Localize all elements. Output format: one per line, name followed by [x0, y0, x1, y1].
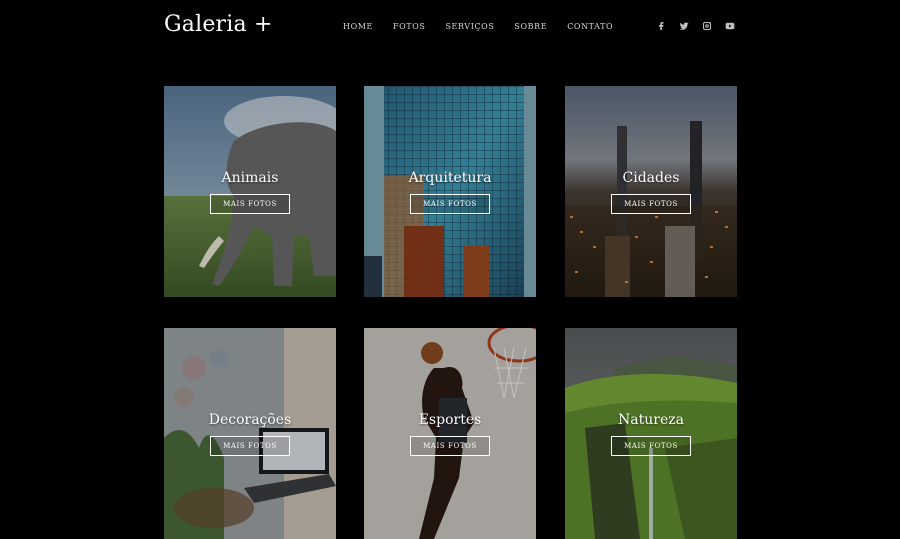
gallery-card-esportes[interactable]: Esportes MAIS FOTOS — [364, 328, 536, 539]
gallery-card-cidades[interactable]: Cidades MAIS FOTOS — [565, 86, 737, 297]
mais-fotos-button[interactable]: MAIS FOTOS — [611, 435, 691, 456]
header: Galeria + HOME FOTOS SERVIÇOS SOBRE CONT… — [0, 0, 900, 56]
card-overlay — [364, 86, 536, 297]
mais-fotos-button[interactable]: MAIS FOTOS — [410, 435, 490, 456]
twitter-icon[interactable] — [673, 19, 695, 33]
mais-fotos-button[interactable]: MAIS FOTOS — [210, 193, 290, 214]
social-links — [650, 19, 742, 33]
card-overlay — [565, 86, 737, 297]
gallery-card-decoracoes[interactable]: Decorações MAIS FOTOS — [164, 328, 336, 539]
mais-fotos-button[interactable]: MAIS FOTOS — [210, 435, 290, 456]
card-overlay — [164, 86, 336, 297]
gallery-card-natureza[interactable]: Natureza MAIS FOTOS — [565, 328, 737, 539]
card-overlay — [565, 328, 737, 539]
card-overlay — [164, 328, 336, 539]
nav-sobre[interactable]: SOBRE — [514, 22, 547, 31]
facebook-icon[interactable] — [650, 19, 672, 33]
mais-fotos-button[interactable]: MAIS FOTOS — [611, 193, 691, 214]
main-nav: HOME FOTOS SERVIÇOS SOBRE CONTATO — [343, 22, 633, 31]
gallery-card-animais[interactable]: Animais MAIS FOTOS — [164, 86, 336, 297]
youtube-icon[interactable] — [719, 19, 741, 33]
nav-servicos[interactable]: SERVIÇOS — [445, 22, 494, 31]
card-title: Natureza — [618, 411, 684, 428]
card-overlay — [364, 328, 536, 539]
card-title: Cidades — [622, 169, 680, 186]
instagram-icon[interactable] — [696, 19, 718, 33]
site-logo[interactable]: Galeria + — [164, 12, 273, 37]
card-title: Arquitetura — [408, 169, 492, 186]
card-title: Decorações — [208, 411, 292, 428]
nav-fotos[interactable]: FOTOS — [393, 22, 425, 31]
card-title: Animais — [221, 169, 279, 186]
gallery-card-arquitetura[interactable]: Arquitetura MAIS FOTOS — [364, 86, 536, 297]
nav-home[interactable]: HOME — [343, 22, 373, 31]
nav-contato[interactable]: CONTATO — [567, 22, 613, 31]
card-title: Esportes — [418, 411, 482, 428]
mais-fotos-button[interactable]: MAIS FOTOS — [410, 193, 490, 214]
